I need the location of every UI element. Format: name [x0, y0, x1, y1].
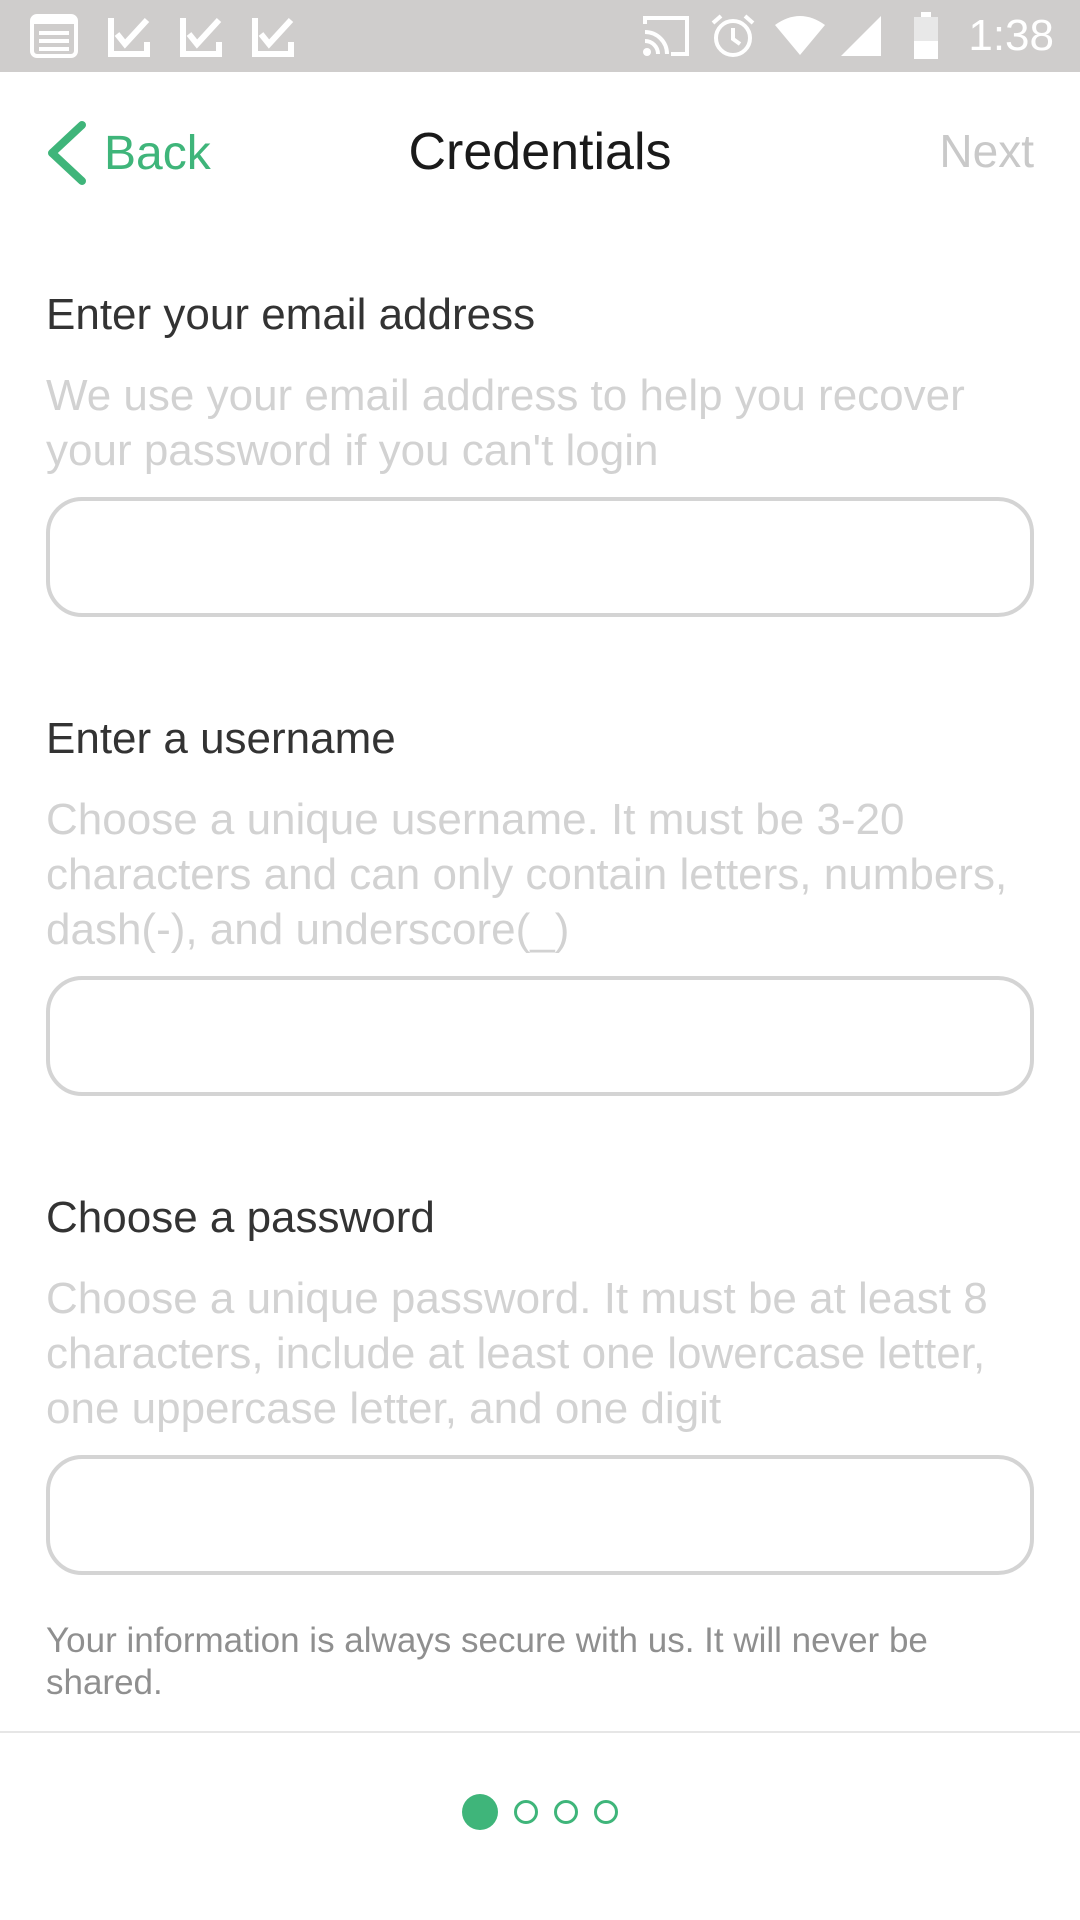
battery-icon — [910, 0, 942, 72]
checkmark-download-icon — [106, 0, 152, 72]
page-dot-active — [462, 1794, 498, 1830]
bottom-divider — [0, 1731, 1080, 1733]
page-title: Credentials — [408, 123, 672, 181]
cellular-signal-icon — [838, 0, 884, 72]
status-time: 1:38 — [968, 11, 1054, 60]
notification-list-icon — [28, 0, 80, 72]
username-label: Enter a username — [46, 714, 396, 763]
username-input[interactable] — [46, 976, 1034, 1096]
password-label: Choose a password — [46, 1193, 435, 1242]
checkmark-download-icon — [178, 0, 224, 72]
password-input[interactable] — [46, 1455, 1034, 1575]
username-help-text: Choose a unique username. It must be 3-2… — [46, 795, 1008, 954]
secure-note: Your information is always secure with u… — [46, 1621, 928, 1702]
next-button[interactable]: Next — [939, 124, 1034, 178]
credentials-screen: 1:38 Back Credentials Next Enter your em… — [0, 0, 1080, 1920]
wifi-icon — [772, 0, 828, 72]
email-input[interactable] — [46, 497, 1034, 617]
alarm-icon — [708, 0, 758, 72]
email-help-text: We use your email address to help you re… — [46, 371, 965, 475]
page-dot — [554, 1800, 578, 1824]
checkmark-download-icon — [250, 0, 296, 72]
page-indicator — [0, 1790, 1080, 1834]
email-label: Enter your email address — [46, 290, 536, 339]
password-help-text: Choose a unique password. It must be at … — [46, 1274, 988, 1433]
page-dot — [514, 1800, 538, 1824]
nav-bar: Back Credentials Next — [0, 72, 1080, 242]
page-dot — [594, 1800, 618, 1824]
status-bar: 1:38 — [0, 0, 1080, 72]
cast-icon — [640, 0, 692, 72]
